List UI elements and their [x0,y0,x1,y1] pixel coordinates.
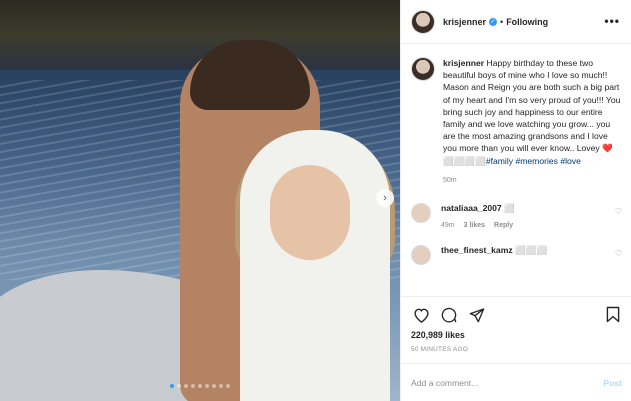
follow-separator: • [500,16,504,27]
comment-likes[interactable]: 3 likes [464,222,485,229]
comment-meta: 49m 3 likes Reply [441,222,515,229]
comment-text: ⬜⬜⬜ [515,245,548,256]
carousel-dot [219,384,223,388]
caption-body: krisjenner Happy birthday to these two b… [443,57,622,187]
post-timestamp[interactable]: 50 MINUTES AGO [411,346,468,353]
action-bar [401,296,631,332]
caption: krisjenner Happy birthday to these two b… [411,57,622,187]
bookmark-icon[interactable] [606,306,620,325]
carousel-dot [170,384,174,388]
comment-input[interactable] [411,377,604,388]
verified-icon: ✓ [489,17,498,26]
comment-username[interactable]: nataliaaa_2007 [441,203,502,213]
caption-avatar[interactable] [411,57,435,81]
comments-list[interactable]: krisjenner Happy birthday to these two b… [401,45,631,285]
photo-girl-face [270,165,350,260]
comment-body: thee_finest_kamz ⬜⬜⬜ [441,245,547,265]
comment-item: nataliaaa_2007 ⬜ 49m 3 likes Reply ♡ [411,203,622,229]
more-options-icon[interactable]: ••• [604,14,620,28]
carousel-dot [205,384,209,388]
hashtag-link[interactable]: #memories [515,156,558,166]
comment-avatar[interactable] [411,203,431,224]
carousel-dot [198,384,202,388]
comment-composer: Post [401,363,631,401]
post-panel: krisjenner ✓ • Following ••• krisjenner … [400,0,631,401]
post-header: krisjenner ✓ • Following ••• [401,0,631,44]
share-icon[interactable] [467,305,487,325]
comment-avatar[interactable] [411,245,431,266]
avatar[interactable] [411,9,435,34]
comment-item: thee_finest_kamz ⬜⬜⬜ ♡ [411,245,622,266]
hashtag-link[interactable]: #love [560,156,581,166]
caption-text: Happy birthday to these two beautiful bo… [443,58,621,166]
hashtag-link[interactable]: #family [486,156,513,166]
comment-heart-icon[interactable]: ♡ [615,207,622,216]
caption-time[interactable]: 50m [443,175,622,187]
carousel-dot [191,384,195,388]
carousel-dot [184,384,188,388]
heart-icon[interactable] [411,305,431,325]
comment-icon[interactable] [439,305,459,325]
likes-count[interactable]: 220,989 likes [411,330,465,340]
following-button[interactable]: Following [506,17,548,27]
caption-username[interactable]: krisjenner [443,58,484,68]
comment-text: ⬜ [504,203,515,214]
next-arrow-icon[interactable]: › [376,189,394,207]
username-link[interactable]: krisjenner [443,17,486,27]
comment-body: nataliaaa_2007 ⬜ 49m 3 likes Reply [441,203,515,229]
carousel-dot [177,384,181,388]
post-comment-button[interactable]: Post [603,378,622,388]
post-photo[interactable]: › [0,0,400,401]
post-modal: › krisjenner ✓ • Following ••• krisjenne… [0,0,631,401]
reply-button[interactable]: Reply [494,222,513,229]
carousel-dots [170,384,230,388]
comment-heart-icon[interactable]: ♡ [615,249,622,258]
carousel-dot [226,384,230,388]
comment-time[interactable]: 49m [441,222,455,229]
carousel-dot [212,384,216,388]
comment-username[interactable]: thee_finest_kamz [441,245,513,255]
